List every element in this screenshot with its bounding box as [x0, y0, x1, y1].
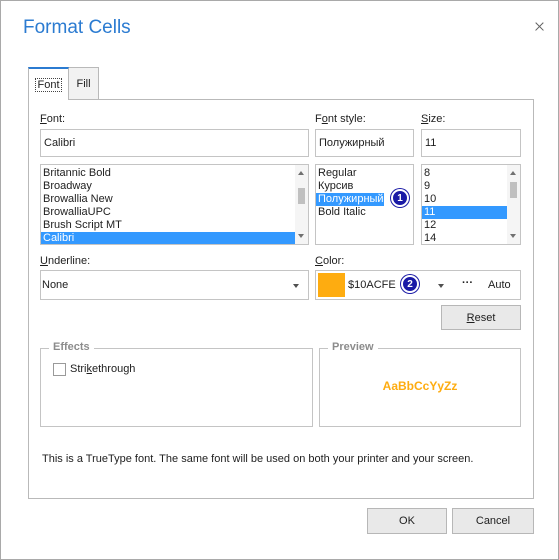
size-list[interactable]: 8 9 10 11 12 14 [421, 164, 521, 245]
dialog-title: Format Cells [23, 17, 131, 38]
scroll-thumb[interactable] [298, 188, 305, 204]
color-swatch [318, 273, 345, 297]
color-label: Color: [315, 255, 345, 267]
tab-font[interactable]: Font [28, 67, 69, 100]
list-item[interactable]: 8 [422, 167, 520, 180]
list-item[interactable]: Broadway [41, 180, 308, 193]
reset-label: eset [474, 312, 496, 324]
auto-color-button[interactable]: Auto [488, 279, 511, 291]
font-list-scrollbar[interactable] [295, 165, 308, 244]
list-item[interactable]: 9 [422, 180, 520, 193]
more-colors-button[interactable]: ··· [462, 277, 473, 289]
list-item[interactable]: Browallia New [41, 193, 308, 206]
size-field[interactable]: 11 [421, 129, 521, 157]
scroll-up-icon[interactable] [510, 171, 516, 175]
effects-title: Effects [49, 341, 94, 353]
list-item[interactable]: BrowalliaUPC [41, 206, 308, 219]
size-list-scrollbar[interactable] [507, 165, 520, 244]
scroll-thumb[interactable] [510, 182, 517, 198]
font-list[interactable]: Britannic Bold Broadway Browallia New Br… [40, 164, 309, 245]
chevron-down-icon[interactable] [293, 284, 299, 288]
list-item[interactable]: Bold Italic [316, 206, 413, 219]
cancel-button[interactable]: Cancel [452, 508, 534, 534]
underline-select[interactable]: None [40, 270, 309, 300]
list-item[interactable]: 12 [422, 219, 520, 232]
font-style-label: Font style: [315, 113, 366, 125]
scroll-down-icon[interactable] [510, 234, 516, 238]
strikethrough-checkbox[interactable] [53, 363, 66, 376]
font-label: Font: [40, 113, 66, 125]
underline-value: None [42, 279, 69, 291]
list-item-selected[interactable]: 11 [422, 206, 507, 219]
list-item[interactable]: Brush Script MT [41, 219, 308, 232]
underline-label: Underline: [40, 255, 91, 267]
list-item[interactable]: Britannic Bold [41, 167, 308, 180]
preview-sample: AaBbCcYyZz [382, 379, 458, 393]
tab-font-label: Font [35, 78, 62, 92]
reset-button[interactable]: Reset [441, 305, 521, 330]
scroll-up-icon[interactable] [298, 171, 304, 175]
tab-fill[interactable]: Fill [68, 67, 99, 99]
preview-title: Preview [328, 341, 378, 353]
list-item-selected[interactable]: Полужирный [316, 193, 384, 206]
strikethrough-label: Strikethrough [70, 363, 136, 375]
close-icon[interactable] [532, 19, 548, 35]
callout-badge-2: 2 [401, 275, 419, 293]
color-value: $10ACFE [348, 279, 396, 291]
preview-group: Preview AaBbCcYyZz [319, 341, 521, 427]
truetype-info-text: This is a TrueType font. The same font w… [42, 453, 474, 465]
callout-badge-1: 1 [391, 189, 409, 207]
list-item-selected[interactable]: Calibri [41, 232, 295, 244]
list-item[interactable]: Regular [316, 167, 413, 180]
font-style-field[interactable]: Полужирный [315, 129, 414, 157]
format-cells-dialog: Format Cells Font Fill Font: Calibri Bri… [0, 0, 559, 560]
list-item[interactable]: 10 [422, 193, 520, 206]
effects-group: Effects Strikethrough [40, 341, 313, 427]
size-label: Size: [421, 113, 446, 125]
list-item[interactable]: 14 [422, 232, 520, 244]
font-tab-panel: Font: Calibri Britannic Bold Broadway Br… [28, 99, 534, 499]
tab-fill-label: Fill [76, 78, 91, 90]
scroll-down-icon[interactable] [298, 234, 304, 238]
font-name-field[interactable]: Calibri [40, 129, 309, 157]
ok-button[interactable]: OK [367, 508, 447, 534]
chevron-down-icon[interactable] [438, 284, 444, 288]
